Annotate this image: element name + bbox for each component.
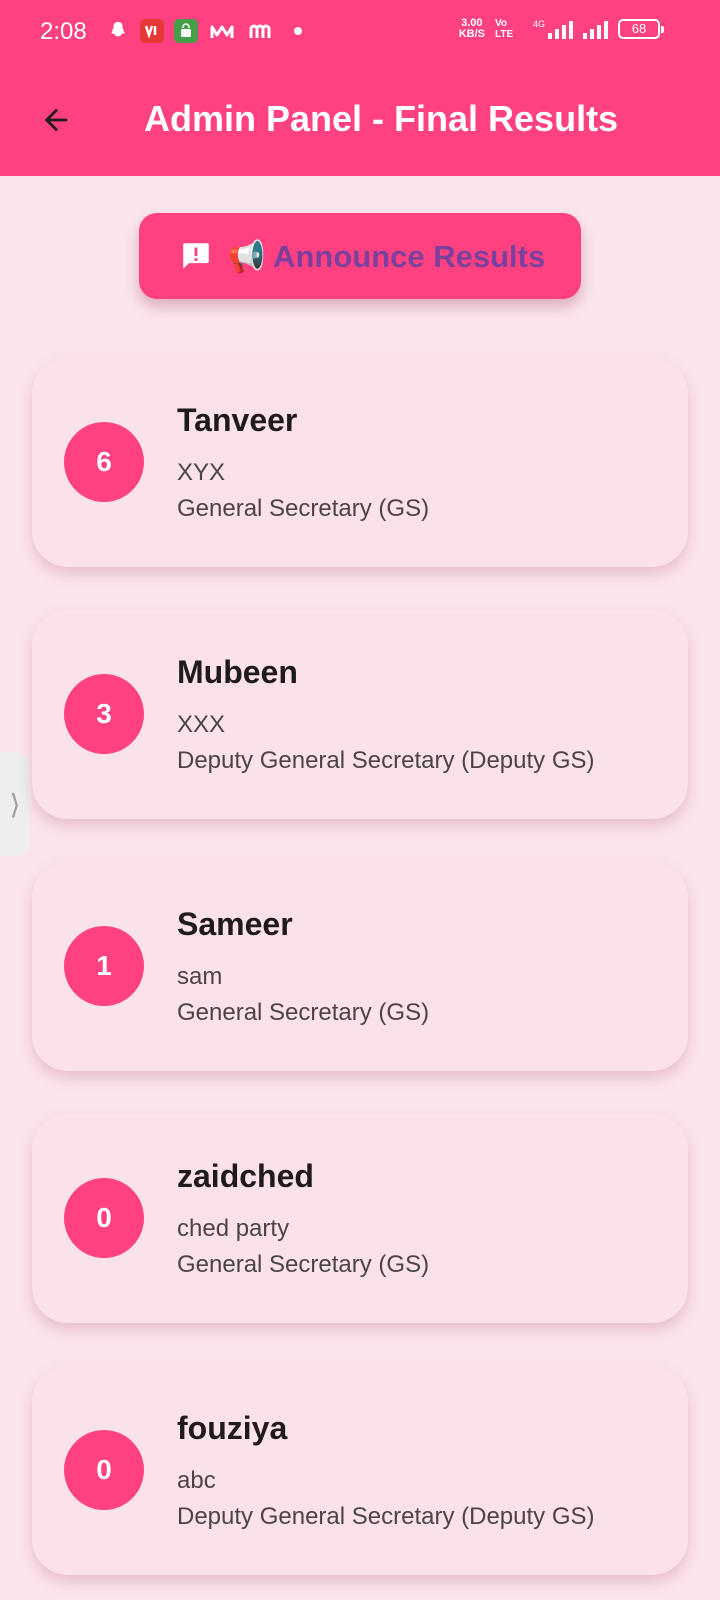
announce-results-label: 📢 Announce Results xyxy=(227,238,546,274)
m-app-icon xyxy=(246,19,274,43)
network-speed: 3.00 KB/S xyxy=(458,17,485,40)
m-app-icon xyxy=(208,19,236,43)
vote-count-badge: 0 xyxy=(64,1178,144,1258)
result-card[interactable]: 1 Sameer sam General Secretary (GS) xyxy=(32,861,688,1071)
candidate-name: Sameer xyxy=(177,906,293,942)
announce-results-button[interactable]: 📢 Announce Results xyxy=(139,213,581,299)
vote-count-badge: 6 xyxy=(64,422,144,502)
candidate-position: Deputy General Secretary (Deputy GS) xyxy=(177,747,595,774)
candidate-party: sam xyxy=(177,963,223,990)
notification-icons xyxy=(106,19,302,43)
candidate-position: General Secretary (GS) xyxy=(177,1251,430,1278)
candidate-party: XYX xyxy=(177,459,226,486)
result-card[interactable]: 6 Tanveer XYX General Secretary (GS) xyxy=(32,357,688,567)
app-bar: Admin Panel - Final Results xyxy=(0,64,720,176)
candidate-name: Mubeen xyxy=(177,654,298,690)
status-bar: 2:08 3.00 KB/S Vo LTE 4G 68 xyxy=(0,0,720,64)
alert-message-icon xyxy=(183,243,209,269)
volte-icon: Vo LTE xyxy=(494,18,514,40)
candidate-name: Tanveer xyxy=(177,402,298,438)
candidate-party: XXX xyxy=(177,711,226,738)
system-icons: 3.00 KB/S Vo LTE 4G 68 xyxy=(458,17,664,40)
battery-icon: 68 xyxy=(618,19,664,39)
back-button[interactable] xyxy=(32,96,80,144)
edge-panel-handle[interactable]: ⟩ xyxy=(0,752,30,856)
candidate-position: General Secretary (GS) xyxy=(177,495,430,522)
result-card[interactable]: 3 Mubeen XXX Deputy General Secretary (D… xyxy=(32,609,688,819)
result-card[interactable]: 0 fouziya abc Deputy General Secretary (… xyxy=(32,1365,688,1575)
page-title: Admin Panel - Final Results xyxy=(144,98,619,139)
snapchat-icon xyxy=(106,19,130,43)
candidate-position: General Secretary (GS) xyxy=(177,999,430,1026)
arrow-back-icon xyxy=(44,108,68,132)
more-notifications-dot xyxy=(294,27,302,35)
status-time: 2:08 xyxy=(40,18,87,45)
vi-app-icon xyxy=(140,19,164,43)
candidate-name: fouziya xyxy=(177,1410,288,1446)
vote-count-badge: 1 xyxy=(64,926,144,1006)
vote-count-badge: 3 xyxy=(64,674,144,754)
candidate-position: Deputy General Secretary (Deputy GS) xyxy=(177,1503,595,1530)
signal-icon xyxy=(583,19,608,39)
vote-count-badge: 0 xyxy=(64,1430,144,1510)
candidate-party: ched party xyxy=(177,1215,290,1242)
signal-4g-icon: 4G xyxy=(533,19,573,39)
candidate-party: abc xyxy=(177,1467,216,1494)
shopping-icon xyxy=(174,19,198,43)
result-card[interactable]: 0 zaidched ched party General Secretary … xyxy=(32,1113,688,1323)
candidate-name: zaidched xyxy=(177,1158,314,1194)
